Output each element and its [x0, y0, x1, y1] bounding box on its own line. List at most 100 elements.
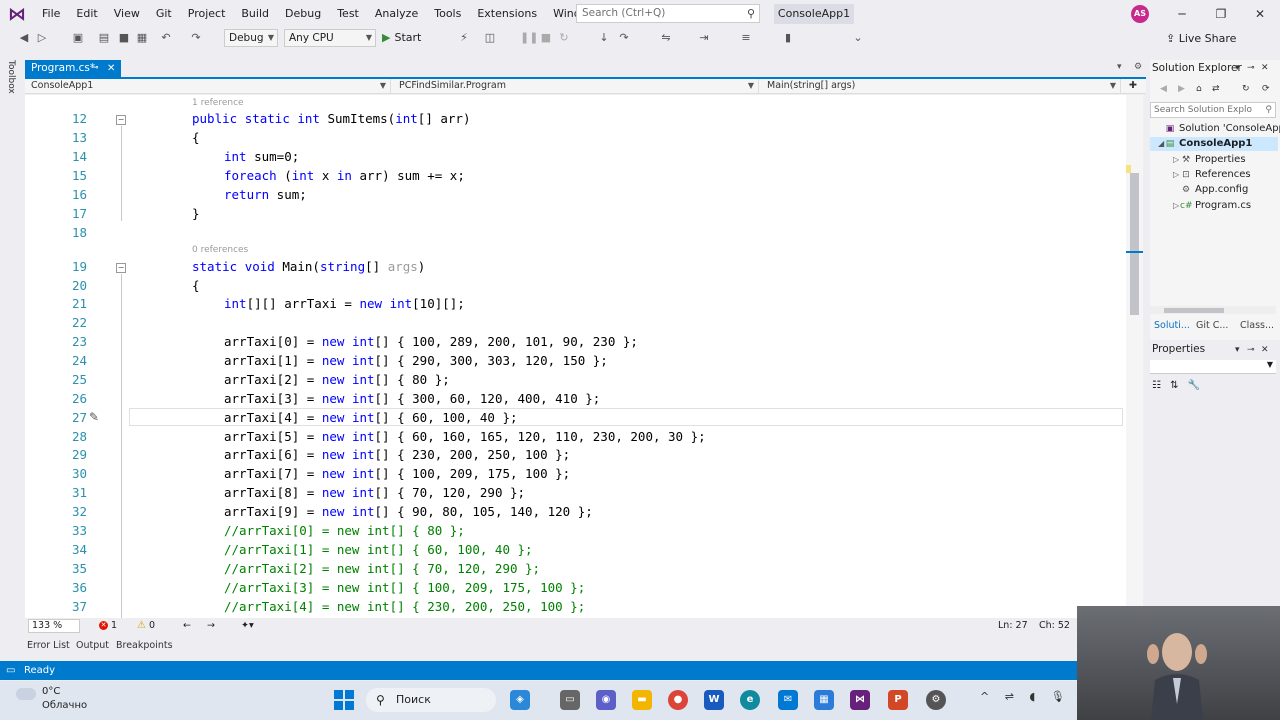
code-editor[interactable]: ✎ 12 13 14 15 16 17 18 19 20 21 22 23 24… [25, 95, 1126, 618]
tree-item-app-config[interactable]: ⚙ App.config [1180, 182, 1248, 197]
teams-chat-icon[interactable]: ◉ [596, 690, 616, 710]
calculator-icon[interactable]: ▦ [814, 690, 834, 710]
new-project-icon[interactable]: ▣ [70, 30, 86, 46]
format-icon[interactable]: ⇋ [658, 30, 674, 46]
next-issue-icon[interactable]: → [207, 618, 215, 634]
menu-test[interactable]: Test [329, 0, 367, 28]
menu-git[interactable]: Git [148, 0, 180, 28]
property-pages-icon[interactable]: 🔧 [1188, 380, 1200, 391]
categorized-icon[interactable]: ☷ [1152, 380, 1161, 391]
menu-tools[interactable]: Tools [426, 0, 469, 28]
pane-options-icon[interactable]: ▾ [1235, 345, 1240, 355]
editor-vertical-scrollbar[interactable] [1126, 95, 1143, 618]
live-share-button[interactable]: ⇪ Live Share [1166, 30, 1236, 48]
tree-item-program-cs[interactable]: c# Program.cs [1180, 198, 1251, 213]
restart-icon[interactable]: ↻ [556, 30, 572, 46]
indent-icon[interactable]: ⇥ [696, 30, 712, 46]
windows-start-icon[interactable] [334, 690, 354, 710]
chrome-icon[interactable]: ● [668, 690, 688, 710]
step-into-icon[interactable]: ↓ [596, 30, 612, 46]
collapse-toggle[interactable]: − [116, 263, 126, 273]
word-icon[interactable]: W [704, 690, 724, 710]
menu-project[interactable]: Project [180, 0, 234, 28]
settings-gear-icon[interactable]: ⚙ [926, 690, 946, 710]
step-over-icon[interactable]: ↷ [616, 30, 632, 46]
start-button[interactable]: ▶ Start [382, 29, 421, 47]
tree-item-references[interactable]: ⊡ References [1180, 167, 1250, 182]
settings-gear-icon[interactable]: ⚙ [1134, 62, 1142, 72]
menu-edit[interactable]: Edit [68, 0, 105, 28]
save-icon[interactable]: ■ [116, 30, 132, 46]
bookmark-icon[interactable]: ▮ [780, 30, 796, 46]
scrollbar-thumb[interactable] [1130, 173, 1139, 315]
collapse-toggle[interactable]: − [116, 115, 126, 125]
menu-view[interactable]: View [106, 0, 148, 28]
redo-icon[interactable]: ↷ [188, 30, 204, 46]
weather-temperature[interactable]: 0°C [42, 686, 60, 697]
solution-search-input[interactable]: Search Solution Explo ⚲ [1150, 102, 1276, 118]
hot-reload-icon[interactable]: ⚡ [456, 30, 472, 46]
visual-studio-taskbar-icon[interactable]: ⋈ [850, 690, 870, 710]
tree-item-project[interactable]: ▤ ConsoleApp1 [1164, 136, 1253, 151]
search-input[interactable]: Search (Ctrl+Q) ⚲ [576, 4, 760, 23]
pane-options-icon[interactable]: ▾ [1235, 63, 1240, 73]
file-explorer-icon[interactable]: ▬ [632, 690, 652, 710]
comment-icon[interactable]: ≡ [738, 30, 754, 46]
open-icon[interactable]: ▤ [96, 30, 112, 46]
stop-icon[interactable]: ■ [538, 30, 554, 46]
chevron-right-icon[interactable]: ▷ [1173, 155, 1179, 164]
chevron-right-icon[interactable]: ▷ [1173, 170, 1179, 179]
save-all-icon[interactable]: ▦ [134, 30, 150, 46]
tab-error-list[interactable]: Error List [27, 638, 70, 654]
configuration-select[interactable]: Debug ▼ [224, 29, 278, 47]
mail-icon[interactable]: ✉ [778, 690, 798, 710]
menu-build[interactable]: Build [233, 0, 277, 28]
menu-debug[interactable]: Debug [277, 0, 329, 28]
forward-icon[interactable]: ▶ [1178, 84, 1185, 94]
codelens-references[interactable]: 1 reference [192, 98, 244, 108]
close-pane-icon[interactable]: ✕ [1261, 63, 1269, 73]
chevron-up-icon[interactable]: ^ [980, 690, 989, 703]
forward-icon[interactable]: ▷ [34, 30, 50, 46]
refresh-icon[interactable]: ⟳ [1262, 84, 1270, 94]
properties-object-select[interactable]: ▼ [1150, 360, 1276, 374]
close-pane-icon[interactable]: ✕ [1261, 345, 1269, 355]
switch-views-icon[interactable]: ⇄ [1212, 84, 1220, 94]
menu-analyze[interactable]: Analyze [367, 0, 426, 28]
back-icon[interactable]: ◀ [1160, 84, 1167, 94]
error-indicator[interactable]: ✕ 1 [99, 618, 117, 634]
scrollbar-thumb[interactable] [1164, 308, 1224, 313]
warning-indicator[interactable]: ⚠ 0 [137, 618, 155, 634]
powerpoint-icon[interactable]: P [888, 690, 908, 710]
tab-program-cs[interactable]: Program.cs* ⊸ ✕ [25, 60, 121, 77]
member-combo[interactable]: Main(string[] args) ▼ [761, 79, 1121, 94]
type-combo[interactable]: PCFindSimilar.Program ▼ [393, 79, 759, 94]
codelens-references[interactable]: 0 references [192, 245, 248, 255]
back-icon[interactable]: ◀ [16, 30, 32, 46]
edge-icon[interactable]: e [740, 690, 760, 710]
menu-extensions[interactable]: Extensions [469, 0, 545, 28]
task-view-icon[interactable]: ▭ [560, 690, 580, 710]
toolbox-tab[interactable]: Toolbox [4, 60, 16, 94]
sync-icon[interactable]: ↻ [1242, 84, 1250, 94]
user-avatar[interactable]: AS [1131, 5, 1149, 23]
minimize-icon[interactable]: ─ [1168, 4, 1196, 24]
tree-item-solution[interactable]: ▣ Solution 'ConsoleApp1' [1164, 121, 1280, 136]
tree-item-properties[interactable]: ⚒ Properties [1180, 152, 1246, 167]
undo-icon[interactable]: ↶ [158, 30, 174, 46]
toolbar-overflow-icon[interactable]: ⌄ [850, 30, 866, 46]
project-combo[interactable]: ConsoleApp1 ▼ [25, 79, 391, 94]
taskbar-search[interactable]: ⚲ Поиск [366, 688, 496, 712]
weather-description[interactable]: Облачно [42, 700, 87, 711]
pin-icon[interactable]: ⊸ [1247, 345, 1255, 355]
pin-icon[interactable]: ⊸ [1247, 63, 1255, 73]
previous-issue-icon[interactable]: ← [183, 618, 191, 634]
tab-output[interactable]: Output [76, 638, 109, 654]
microphone-icon[interactable]: 🎙 [1051, 690, 1065, 703]
tab-breakpoints[interactable]: Breakpoints [116, 638, 173, 654]
code-cleanup-icon[interactable]: ✦▾ [241, 618, 254, 634]
widgets-icon[interactable]: ◈ [510, 690, 530, 710]
alphabetical-icon[interactable]: ⇅ [1170, 380, 1178, 391]
maximize-icon[interactable]: ❐ [1207, 4, 1235, 24]
screenshot-icon[interactable]: ◫ [482, 30, 498, 46]
